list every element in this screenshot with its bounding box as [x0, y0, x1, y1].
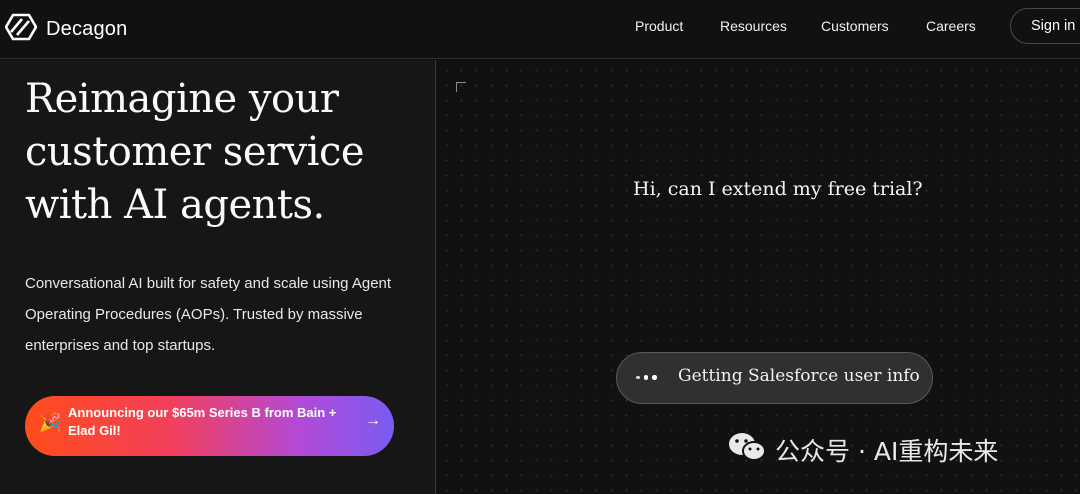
user-chat-message: Hi, can I extend my free trial? [633, 178, 923, 200]
typing-dots-icon [636, 375, 657, 380]
nav-link-customers[interactable]: Customers [821, 18, 889, 34]
top-nav: Decagon Product Resources Customers Care… [0, 0, 1080, 59]
decagon-logo-icon [4, 13, 38, 46]
party-popper-icon: 🎉 [39, 412, 62, 432]
brand-name: Decagon [46, 18, 128, 40]
sign-in-button[interactable]: Sign in [1010, 8, 1080, 44]
corner-bracket-icon [456, 82, 466, 92]
agent-status-pill: Getting Salesforce user info [616, 352, 933, 404]
brand-logo[interactable]: Decagon [4, 13, 128, 46]
wechat-watermark: 公众号 · AI重构未来 [727, 430, 998, 470]
agent-status-text: Getting Salesforce user info [678, 366, 920, 386]
hero-headline: Reimagine your customer service with AI … [25, 76, 365, 228]
nav-link-product[interactable]: Product [635, 18, 683, 34]
nav-link-careers[interactable]: Careers [926, 18, 976, 34]
wechat-icon [727, 430, 767, 470]
hero-subtext: Conversational AI built for safety and s… [25, 275, 392, 354]
announcement-banner[interactable]: 🎉 Announcing our $65m Series B from Bain… [25, 396, 394, 456]
demo-panel: Hi, can I extend my free trial? Getting … [436, 60, 1080, 494]
watermark-text: 公众号 · AI重构未来 [775, 437, 999, 466]
arrow-right-icon: → [365, 412, 381, 429]
nav-link-resources[interactable]: Resources [720, 18, 787, 34]
announcement-text: Announcing our $65m Series B from Bain +… [68, 405, 337, 438]
